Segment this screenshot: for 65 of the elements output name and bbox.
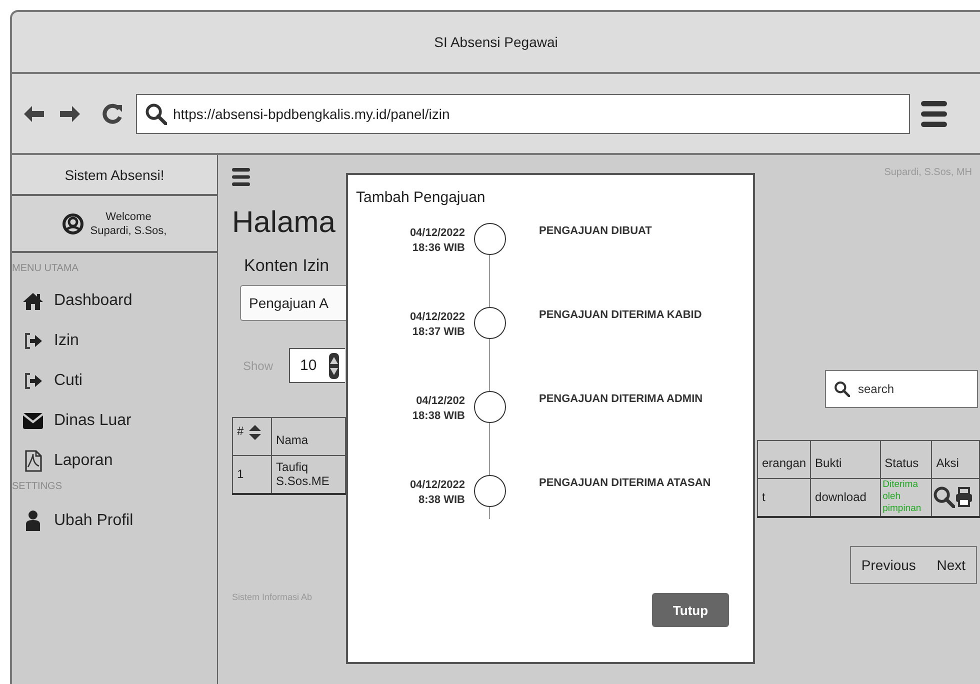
type-dropdown[interactable]: Pengajuan A bbox=[240, 285, 346, 321]
forward-arrow-icon[interactable] bbox=[58, 104, 82, 124]
app-brand: Sistem Absensi! bbox=[64, 166, 164, 182]
section-heading: SETTINGS bbox=[12, 481, 62, 492]
enter-arrow-icon bbox=[24, 332, 42, 350]
event-label: PENGAJUAN DIBUAT bbox=[539, 225, 652, 237]
menu-item[interactable]: Cuti bbox=[12, 361, 217, 401]
document-icon bbox=[24, 450, 42, 472]
enter-arrow-icon bbox=[24, 372, 42, 390]
welcome-text: Welcome bbox=[106, 210, 152, 224]
event-time: 18:36 WIB bbox=[411, 241, 465, 256]
event-date: 04/12/2022 bbox=[408, 478, 465, 493]
status-text: Diterima oleh pimpinan bbox=[882, 479, 922, 516]
column-header: Aksi bbox=[932, 440, 980, 478]
event-label: PENGAJUAN DITERIMA ADMIN bbox=[539, 393, 703, 405]
spinner-arrows-icon[interactable] bbox=[328, 352, 339, 378]
menu-item[interactable]: Dinas Luar bbox=[12, 401, 217, 441]
page-size-field[interactable]: 10 bbox=[289, 348, 346, 383]
event-time: 8:38 WIB bbox=[418, 493, 465, 508]
pagination-link[interactable]: Next bbox=[936, 556, 966, 572]
timeline-node bbox=[474, 475, 506, 507]
user-name: Supardi, S.Sos, bbox=[90, 224, 167, 238]
event-date: 04/12/2022 bbox=[408, 310, 465, 325]
close-button[interactable]: Tutup bbox=[652, 593, 729, 627]
menu-item[interactable]: Dashboard bbox=[12, 281, 217, 321]
search-field[interactable]: search bbox=[825, 370, 978, 408]
page-title: Halama bbox=[232, 205, 336, 241]
table-cell: 1 bbox=[232, 456, 272, 494]
column-header[interactable]: # bbox=[232, 418, 272, 456]
home-icon bbox=[22, 291, 44, 311]
event-date: 04/12/202 bbox=[415, 394, 465, 409]
window-title: SI Absensi Pegawai bbox=[434, 34, 558, 50]
timeline-node bbox=[474, 307, 506, 339]
column-header: Status bbox=[880, 440, 932, 478]
printer-icon[interactable] bbox=[955, 487, 974, 508]
view-icon[interactable] bbox=[933, 486, 956, 508]
menu-item[interactable]: Ubah Profil bbox=[12, 501, 217, 541]
sort-icon[interactable] bbox=[248, 424, 262, 441]
event-time: 18:37 WIB bbox=[411, 325, 465, 340]
timeline-node bbox=[474, 391, 506, 423]
event-label: PENGAJUAN DITERIMA ATASAN bbox=[539, 477, 711, 489]
column-header: Bukti bbox=[810, 440, 880, 478]
user-avatar-icon bbox=[62, 212, 84, 234]
section-title: Konten Izin bbox=[244, 255, 330, 277]
pagination-link[interactable]: Previous bbox=[861, 556, 916, 572]
envelope-icon bbox=[22, 411, 44, 431]
column-header: erangan bbox=[758, 440, 811, 478]
menu-item[interactable]: Izin bbox=[12, 321, 217, 361]
reload-icon[interactable] bbox=[102, 103, 123, 124]
person-icon bbox=[25, 510, 41, 532]
event-label: PENGAJUAN DITERIMA KABID bbox=[539, 309, 702, 321]
timeline-node bbox=[474, 223, 506, 255]
search-icon bbox=[834, 381, 850, 397]
table-cell: t bbox=[758, 478, 811, 516]
section-heading: MENU UTAMA bbox=[12, 263, 78, 274]
dialog-title: Tambah Pengajuan bbox=[356, 189, 486, 206]
event-date: 04/12/2022 bbox=[408, 226, 465, 241]
column-header: Nama bbox=[272, 418, 346, 456]
event-time: 18:38 WIB bbox=[411, 409, 465, 424]
back-arrow-icon[interactable] bbox=[22, 104, 46, 124]
url-field[interactable]: https://absensi-bpdbengkalis.my.id/panel/izin bbox=[136, 94, 910, 134]
menu-item[interactable]: Laporan bbox=[12, 441, 217, 481]
menu-icon[interactable] bbox=[232, 168, 250, 186]
menu-icon[interactable] bbox=[921, 100, 947, 126]
search-icon bbox=[145, 102, 167, 124]
